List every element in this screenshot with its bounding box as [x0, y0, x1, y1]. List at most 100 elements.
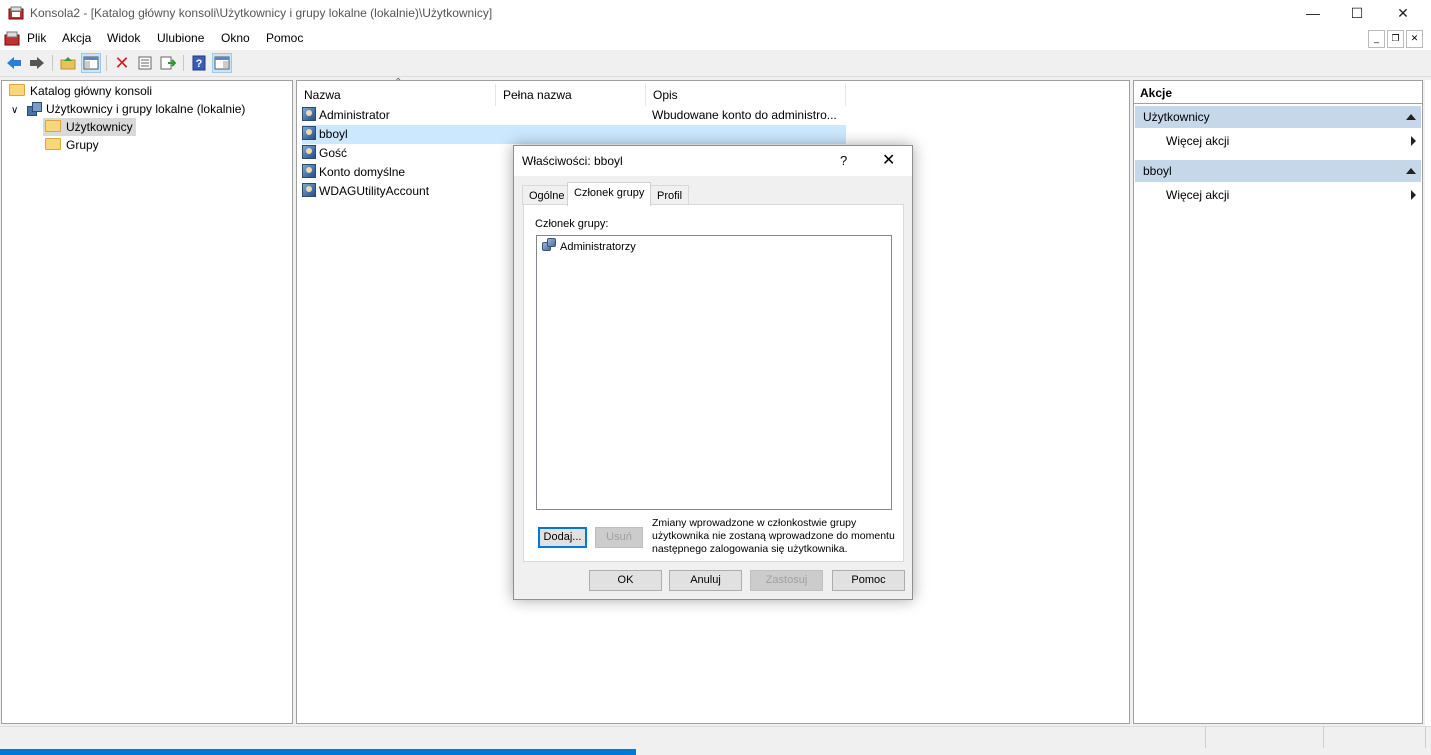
- folder-icon: [9, 84, 25, 96]
- folder-icon: [45, 138, 61, 150]
- export-list-icon[interactable]: [158, 53, 178, 73]
- status-bar: [0, 726, 1431, 750]
- svg-text:?: ?: [196, 58, 203, 70]
- mdi-minimize-button[interactable]: _: [1368, 30, 1385, 48]
- toolbar-separator: [183, 55, 184, 71]
- status-bar-separator: [1205, 726, 1206, 748]
- apply-button[interactable]: Zastosuj: [750, 570, 823, 591]
- menu-okno[interactable]: Okno: [221, 31, 250, 45]
- actions-section-bboyl[interactable]: bboyl: [1135, 160, 1421, 182]
- show-hide-action-pane-icon[interactable]: [212, 53, 232, 73]
- member-of-listbox[interactable]: Administratorzy: [536, 235, 892, 510]
- tree-item-local-users-groups[interactable]: Użytkownicy i grupy lokalne (lokalnie): [27, 100, 245, 118]
- tab-profile[interactable]: Profil: [650, 185, 690, 205]
- toolbar: ✕ ?: [0, 50, 1431, 77]
- user-icon: [302, 145, 316, 159]
- tree-item-label: Katalog główny konsoli: [30, 84, 153, 98]
- status-bar-separator: [1323, 726, 1324, 748]
- window-title: Konsola2 - [Katalog główny konsoli\Użytk…: [30, 6, 493, 20]
- properties-dialog: Właściwości: bboyl ? ✕ Ogólne Członek gr…: [513, 145, 913, 600]
- menu-akcja[interactable]: Akcja: [62, 31, 91, 45]
- up-folder-icon[interactable]: [58, 53, 78, 73]
- actions-section-users[interactable]: Użytkownicy: [1135, 106, 1421, 128]
- properties-icon[interactable]: [135, 53, 155, 73]
- action-item-more-actions[interactable]: Więcej akcji: [1166, 188, 1416, 202]
- dialog-help-button[interactable]: ?: [840, 153, 847, 168]
- tree-item-label: Grupy: [66, 138, 99, 152]
- actions-section-header: bboyl: [1143, 164, 1172, 178]
- table-row[interactable]: bboyl: [302, 125, 846, 144]
- dialog-close-button[interactable]: ✕: [882, 150, 895, 170]
- dialog-title: Właściwości: bboyl: [522, 154, 623, 168]
- back-arrow-icon[interactable]: [4, 53, 24, 73]
- tree-item-groups[interactable]: Grupy: [45, 136, 99, 154]
- tree-item-root[interactable]: Katalog główny konsoli: [9, 82, 152, 100]
- actions-pane: Akcje Użytkownicy Więcej akcji bboyl Wię…: [1133, 80, 1423, 724]
- action-item-label: Więcej akcji: [1166, 188, 1230, 202]
- help-button[interactable]: Pomoc: [832, 570, 905, 591]
- delete-icon[interactable]: ✕: [112, 53, 132, 73]
- tree-item-label: Użytkownicy i grupy lokalne (lokalnie): [46, 102, 246, 116]
- tree-item-users[interactable]: Użytkownicy: [43, 118, 136, 136]
- table-row[interactable]: Administrator Wbudowane konto do adminis…: [302, 106, 846, 125]
- help-icon[interactable]: ?: [189, 53, 209, 73]
- user-icon: [302, 164, 316, 178]
- status-bar-separator: [1425, 726, 1426, 748]
- user-name: Konto domyślne: [319, 165, 406, 179]
- minimize-button[interactable]: —: [1290, 0, 1336, 28]
- user-icon: [302, 183, 316, 197]
- toolbar-separator: [106, 55, 107, 71]
- users-groups-icon: [27, 102, 42, 116]
- actions-section-header: Użytkownicy: [1143, 110, 1210, 124]
- ok-button[interactable]: OK: [589, 570, 662, 591]
- folder-icon: [45, 120, 61, 132]
- mdi-close-button[interactable]: ✕: [1406, 30, 1423, 48]
- window-title-bar: Konsola2 - [Katalog główny konsoli\Użytk…: [0, 0, 1431, 28]
- action-item-label: Więcej akcji: [1166, 134, 1230, 148]
- action-item-more-actions[interactable]: Więcej akcji: [1166, 134, 1416, 148]
- tab-panel: Członek grupy: Administratorzy Dodaj... …: [523, 204, 904, 562]
- cancel-button[interactable]: Anuluj: [669, 570, 742, 591]
- tab-member-of[interactable]: Członek grupy: [567, 182, 652, 206]
- user-description: Wbudowane konto do administro...: [652, 108, 837, 122]
- collapse-icon[interactable]: [1406, 168, 1416, 174]
- console-app-icon: [8, 6, 24, 20]
- add-button[interactable]: Dodaj...: [538, 527, 587, 548]
- chevron-down-icon[interactable]: ∨: [11, 105, 18, 116]
- user-name: bboyl: [319, 127, 348, 141]
- user-name: Gość: [319, 146, 348, 160]
- menu-bar: Plik Akcja Widok Ulubione Okno Pomoc: [0, 28, 1431, 50]
- user-icon: [302, 126, 316, 140]
- show-hide-console-tree-icon[interactable]: [81, 53, 101, 73]
- user-name: WDAGUtilityAccount: [319, 184, 430, 198]
- user-icon: [302, 107, 316, 121]
- column-header-description[interactable]: Opis: [646, 84, 846, 106]
- taskbar-accent-strip: [0, 749, 636, 755]
- tree-item-label: Użytkownicy: [66, 120, 133, 134]
- dialog-title-bar: Właściwości: bboyl ? ✕: [514, 146, 912, 176]
- maximize-button[interactable]: ☐: [1334, 0, 1380, 28]
- toolbar-separator: [52, 55, 53, 71]
- collapse-icon[interactable]: [1406, 114, 1416, 120]
- list-item[interactable]: Administratorzy: [542, 238, 636, 253]
- column-header-name[interactable]: Nazwa: [297, 84, 496, 106]
- menu-widok[interactable]: Widok: [107, 31, 140, 45]
- group-icon: [542, 238, 557, 252]
- column-header-full-name[interactable]: Pełna nazwa: [496, 84, 646, 106]
- menu-plik[interactable]: Plik: [27, 31, 46, 45]
- mdi-restore-button[interactable]: ❐: [1387, 30, 1404, 48]
- console-tree-pane: Katalog główny konsoli ∨ Użytkownicy i g…: [1, 80, 293, 724]
- menu-ulubione[interactable]: Ulubione: [157, 31, 204, 45]
- member-of-label: Członek grupy:: [535, 218, 609, 230]
- actions-title: Akcje: [1140, 86, 1173, 100]
- tab-general[interactable]: Ogólne: [522, 185, 572, 205]
- remove-button[interactable]: Usuń: [595, 527, 643, 548]
- forward-arrow-icon[interactable]: [27, 53, 47, 73]
- actions-title-divider: [1134, 103, 1422, 104]
- user-name: Administrator: [319, 108, 390, 122]
- mdi-document-icon: [4, 31, 20, 46]
- menu-pomoc[interactable]: Pomoc: [266, 31, 303, 45]
- group-name: Administratorzy: [560, 241, 636, 253]
- close-button[interactable]: ✕: [1380, 0, 1426, 28]
- membership-note: Zmiany wprowadzone w członkostwie grupy …: [652, 517, 895, 555]
